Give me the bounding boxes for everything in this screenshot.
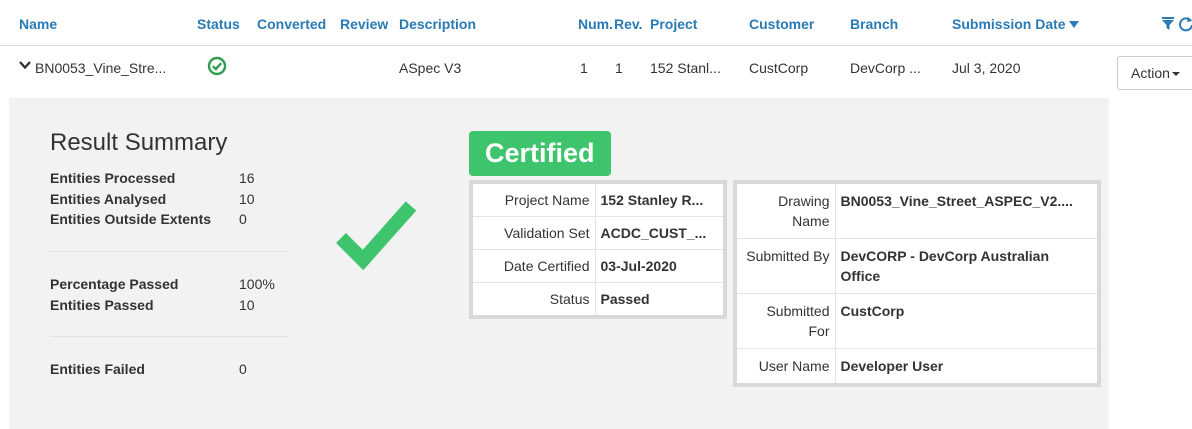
validation-set-label: Validation Set xyxy=(470,216,596,250)
project-name-value: 152 Stanley R... xyxy=(594,181,726,217)
date-certified-label: Date Certified xyxy=(470,249,596,283)
column-header-submission-date-label: Submission Date xyxy=(952,16,1066,32)
certificate-info-table: Project Name 152 Stanley R... Validation… xyxy=(469,180,727,319)
column-header-status[interactable]: Status xyxy=(197,16,240,32)
entities-outside-value: 0 xyxy=(239,211,247,227)
row-description: ASpec V3 xyxy=(399,60,462,76)
entities-processed-label: Entities Processed xyxy=(50,170,176,186)
status-label: Status xyxy=(470,282,596,318)
table-row: Date Certified 03-Jul-2020 xyxy=(470,249,726,283)
table-row: Submitted By DevCORP - DevCorp Australia… xyxy=(734,238,1100,294)
table-header: Name Status Converted Review Description… xyxy=(0,0,1192,46)
row-submission-date: Jul 3, 2020 xyxy=(952,60,1021,76)
result-panel: Result Summary Entities Processed 16 Ent… xyxy=(9,98,1109,429)
column-header-converted[interactable]: Converted xyxy=(257,16,326,32)
row-customer: CustCorp xyxy=(749,60,809,76)
action-button[interactable]: Action xyxy=(1117,56,1192,90)
checkmark-icon xyxy=(336,201,417,270)
column-header-description[interactable]: Description xyxy=(399,16,476,32)
column-header-name[interactable]: Name xyxy=(19,16,57,32)
filter-icon[interactable] xyxy=(1162,17,1174,31)
column-header-num[interactable]: Num. xyxy=(578,16,613,32)
entities-failed-label: Entities Failed xyxy=(50,361,145,377)
column-header-project[interactable]: Project xyxy=(650,16,697,32)
table-row: Submitted For CustCorp xyxy=(734,293,1100,349)
entities-analysed-value: 10 xyxy=(239,191,255,207)
drawing-name-value: BN0053_Vine_Street_ASPEC_V2.... xyxy=(834,181,1100,239)
entities-passed-label: Entities Passed xyxy=(50,297,154,313)
percentage-passed-value: 100% xyxy=(239,276,275,292)
row-branch: DevCorp ... xyxy=(850,60,921,76)
table-row[interactable]: BN0053_Vine_Stre... ASpec V3 1 1 152 Sta… xyxy=(0,46,1192,98)
column-header-review[interactable]: Review xyxy=(340,16,388,32)
date-certified-value: 03-Jul-2020 xyxy=(594,249,726,283)
user-name-value: Developer User xyxy=(834,348,1100,386)
row-name[interactable]: BN0053_Vine_Stre... xyxy=(35,60,183,76)
status-value: Passed xyxy=(594,282,726,318)
chevron-down-icon[interactable] xyxy=(19,59,31,71)
table-row: Drawing Name BN0053_Vine_Street_ASPEC_V2… xyxy=(734,181,1100,239)
row-project: 152 Stanl... xyxy=(650,60,721,76)
submitted-for-value: CustCorp xyxy=(834,293,1100,349)
chevron-down-icon[interactable] xyxy=(1068,21,1079,28)
entities-failed-value: 0 xyxy=(239,361,247,377)
column-header-rev[interactable]: Rev. xyxy=(614,16,643,32)
entities-outside-label: Entities Outside Extents xyxy=(50,211,212,227)
submitted-by-label: Submitted By xyxy=(734,238,836,294)
divider xyxy=(50,336,288,337)
column-header-submission-date[interactable]: Submission Date xyxy=(952,16,1079,32)
certified-badge: Certified xyxy=(469,131,611,176)
refresh-icon[interactable] xyxy=(1178,16,1192,32)
column-header-customer[interactable]: Customer xyxy=(749,16,814,32)
table-row: Validation Set ACDC_CUST_... xyxy=(470,216,726,250)
entities-analysed-label: Entities Analysed xyxy=(50,191,167,207)
result-summary-title: Result Summary xyxy=(50,129,228,156)
project-name-label: Project Name xyxy=(470,181,596,217)
table-row: User Name Developer User xyxy=(734,348,1100,386)
table-row: Project Name 152 Stanley R... xyxy=(470,181,726,217)
entities-processed-value: 16 xyxy=(239,170,255,186)
row-rev: 1 xyxy=(615,60,623,76)
divider xyxy=(50,251,288,252)
caret-down-icon xyxy=(1171,72,1180,76)
user-name-label: User Name xyxy=(734,348,836,386)
check-circle-icon xyxy=(207,56,227,76)
row-num: 1 xyxy=(580,60,588,76)
entities-passed-value: 10 xyxy=(239,297,255,313)
submitted-for-label: Submitted For xyxy=(734,293,836,349)
drawing-name-label: Drawing Name xyxy=(734,181,836,239)
submitted-by-value: DevCORP - DevCorp Australian Office xyxy=(834,238,1100,294)
table-row: Status Passed xyxy=(470,282,726,318)
percentage-passed-label: Percentage Passed xyxy=(50,276,179,292)
validation-set-value: ACDC_CUST_... xyxy=(594,216,726,250)
submission-info-table: Drawing Name BN0053_Vine_Street_ASPEC_V2… xyxy=(733,180,1101,387)
action-button-label: Action xyxy=(1131,65,1170,81)
column-header-branch[interactable]: Branch xyxy=(850,16,898,32)
